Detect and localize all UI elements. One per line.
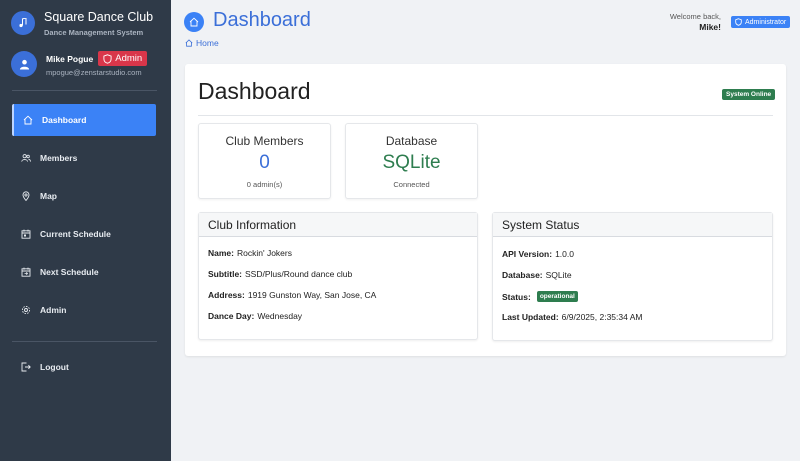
sidebar-item-members[interactable]: Members: [12, 142, 156, 174]
info-row: Subtitle: SSD/Plus/Round dance club: [208, 269, 352, 279]
brand-subtitle: Dance Management System: [44, 28, 144, 37]
sidebar-item-next-schedule[interactable]: Next Schedule: [12, 256, 156, 288]
calendar-icon: [21, 229, 31, 239]
sidebar-item-label: Map: [40, 191, 57, 201]
sidebar-item-dashboard[interactable]: Dashboard: [12, 104, 156, 136]
brand: Square Dance Club Dance Management Syste…: [11, 10, 153, 37]
status-row: Last Updated: 6/9/2025, 2:35:34 AM: [502, 312, 642, 322]
sidebar-item-label: Admin: [40, 305, 67, 315]
shield-icon: [103, 53, 112, 64]
music-note-icon: [11, 11, 35, 35]
status-key: Last Updated:: [502, 312, 559, 322]
info-value: 1919 Gunston Way, San Jose, CA: [247, 290, 377, 300]
info-value: SSD/Plus/Round dance club: [245, 269, 353, 279]
club-info-panel: Club Information Name: Rockin' Jokers Sub…: [198, 212, 478, 340]
info-row: Dance Day: Wednesday: [208, 311, 302, 321]
logout-icon: [21, 362, 31, 372]
sidebar-item-label: Dashboard: [42, 115, 87, 125]
dashboard-card: Dashboard System Online Club Members 0 0…: [185, 64, 786, 356]
avatar: [11, 51, 37, 77]
calendar-next-icon: [21, 267, 31, 277]
role-badge-label: Administrator: [745, 18, 787, 26]
admin-badge-label: Admin: [115, 53, 143, 64]
welcome-text: Welcome back,: [669, 12, 721, 21]
shield-icon: [735, 18, 742, 26]
home-icon: [23, 115, 33, 125]
stat-card-database: Database SQLite Connected: [345, 123, 478, 199]
user-email: mpogue@zenstarstudio.com: [46, 68, 142, 77]
status-row: API Version: 1.0.0: [502, 249, 574, 259]
system-status-panel: System Status API Version: 1.0.0 Database…: [492, 212, 773, 341]
welcome-name: Mike!: [699, 22, 721, 32]
panel-title: System Status: [493, 213, 772, 237]
status-badge: System Online: [722, 89, 776, 100]
sidebar-item-map[interactable]: Map: [12, 180, 156, 212]
home-icon: [184, 12, 204, 32]
gear-icon: [21, 305, 31, 315]
status-value: 1.0.0: [555, 249, 574, 259]
breadcrumb-home-link[interactable]: Home: [196, 38, 219, 48]
sidebar-item-admin[interactable]: Admin: [12, 294, 156, 326]
status-key: Status:: [502, 291, 531, 302]
role-badge: Administrator: [731, 16, 791, 28]
stat-card-members: Club Members 0 0 admin(s): [198, 123, 331, 199]
map-pin-icon: [21, 191, 31, 201]
operational-badge: operational: [536, 291, 578, 302]
stat-label: Club Members: [225, 134, 304, 148]
info-key: Dance Day:: [208, 311, 255, 321]
divider: [198, 115, 773, 116]
info-key: Address:: [208, 290, 245, 300]
status-key: API Version:: [502, 249, 553, 259]
logout-button[interactable]: Logout: [12, 351, 156, 383]
status-value: 6/9/2025, 2:35:34 AM: [561, 312, 643, 322]
users-icon: [21, 153, 31, 163]
stat-value: SQLite: [382, 152, 441, 173]
stat-value: 0: [259, 152, 270, 173]
sidebar-item-label: Current Schedule: [40, 229, 111, 239]
dashboard-title: Dashboard: [198, 78, 311, 104]
logout-label: Logout: [40, 362, 69, 372]
stat-label: Database: [385, 134, 438, 148]
panel-title: Club Information: [199, 213, 477, 237]
status-row: Database: SQLite: [502, 270, 572, 280]
sidebar-divider: [12, 341, 157, 342]
info-value: Wednesday: [257, 311, 303, 321]
info-row: Address: 1919 Gunston Way, San Jose, CA: [208, 290, 376, 300]
sidebar-item-label: Members: [40, 153, 78, 163]
info-key: Subtitle:: [208, 269, 242, 279]
sidebar-divider: [12, 90, 157, 91]
user-name: Mike Pogue: [46, 53, 94, 64]
status-value: SQLite: [545, 270, 572, 280]
admin-badge: Admin: [98, 51, 148, 66]
info-key: Name:: [208, 248, 234, 258]
page-title: Dashboard: [213, 9, 311, 31]
stat-sub: 0 admin(s): [246, 180, 283, 189]
info-value: Rockin' Jokers: [236, 248, 292, 258]
status-key: Database:: [502, 270, 543, 280]
stat-sub: Connected: [393, 180, 430, 189]
home-icon: [185, 39, 193, 47]
sidebar: Square Dance Club Dance Management Syste…: [0, 0, 171, 461]
sidebar-item-current-schedule[interactable]: Current Schedule: [12, 218, 156, 250]
breadcrumb[interactable]: Home: [185, 38, 219, 48]
status-row: Status: operational: [502, 291, 578, 302]
brand-title: Square Dance Club: [44, 10, 154, 24]
sidebar-item-label: Next Schedule: [40, 267, 99, 277]
info-row: Name: Rockin' Jokers: [208, 248, 292, 258]
user-profile: Mike Pogue Admin mpogue@zenstarstudio.co…: [11, 51, 148, 77]
